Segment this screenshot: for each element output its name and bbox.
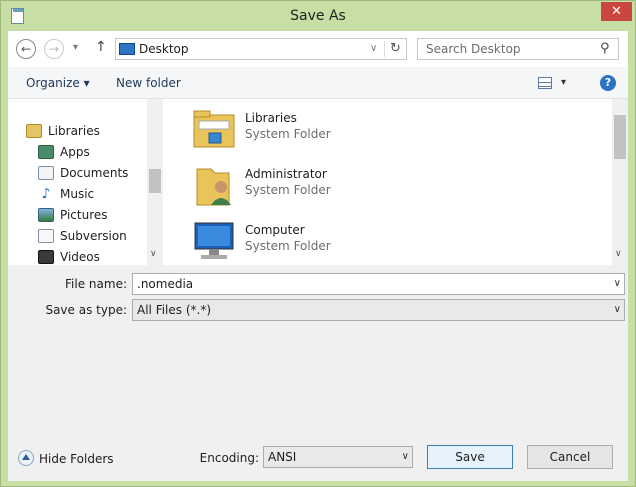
hide-folders-icon[interactable]	[18, 450, 34, 466]
search-input[interactable]: Search Desktop	[426, 42, 521, 56]
scroll-down-arrow[interactable]: ∨	[615, 249, 622, 259]
file-name: Libraries	[245, 111, 297, 125]
save-as-dialog: Save As ✕ ← → ▾ ↑ Desktop ∨ ↻ Search Des…	[0, 0, 636, 487]
save-button[interactable]: Save	[427, 445, 513, 469]
organize-button[interactable]: Organize ▾	[26, 76, 90, 90]
subversion-icon	[38, 229, 54, 243]
address-bar[interactable]: Desktop ∨ ↻	[115, 38, 407, 60]
encoding-select[interactable]: ANSI ∨	[263, 446, 413, 468]
savetype-label: Save as type:	[45, 303, 127, 317]
address-dropdown-button[interactable]: ∨	[370, 43, 377, 54]
window-title: Save As	[290, 8, 346, 24]
address-text: Desktop	[139, 42, 189, 56]
close-button[interactable]: ✕	[601, 2, 632, 21]
save-form: File name: .nomedia ∨ Save as type: All …	[8, 265, 628, 481]
title-bar[interactable]: Save As ✕	[1, 1, 635, 31]
encoding-label: Encoding:	[199, 451, 259, 465]
savetype-dropdown-arrow[interactable]: ∨	[614, 304, 621, 315]
new-folder-button[interactable]: New folder	[116, 76, 181, 90]
nav-item-label: Libraries	[48, 124, 100, 138]
file-list-scrollbar[interactable]: ∨	[612, 99, 628, 265]
search-box[interactable]: Search Desktop ⚲	[417, 38, 619, 60]
nav-pane-scrollbar[interactable]: ∨	[147, 99, 163, 265]
navigation-bar: ← → ▾ ↑ Desktop ∨ ↻ Search Desktop ⚲	[8, 31, 628, 67]
pictures-icon	[38, 208, 54, 222]
nav-item-label: Pictures	[60, 208, 108, 222]
file-type: System Folder	[245, 183, 331, 197]
file-list: Libraries System Folder Administrator Sy…	[163, 99, 628, 265]
nav-item-music[interactable]: ♪ Music	[38, 184, 94, 204]
filename-field[interactable]: .nomedia ∨	[132, 273, 625, 295]
libraries-icon	[26, 124, 42, 138]
list-item[interactable]: Administrator System Folder	[183, 161, 603, 211]
nav-item-label: Videos	[60, 250, 100, 264]
nav-item-label: Subversion	[60, 229, 127, 243]
music-icon: ♪	[38, 187, 54, 201]
refresh-button[interactable]: ↻	[390, 41, 401, 56]
scroll-thumb[interactable]	[614, 115, 626, 159]
scroll-thumb[interactable]	[149, 169, 161, 193]
navigation-pane: Libraries Apps Documents ♪ Music Picture…	[8, 99, 163, 265]
list-item[interactable]: Libraries System Folder	[183, 105, 603, 155]
address-separator	[384, 41, 385, 57]
nav-item-label: Documents	[60, 166, 129, 180]
nav-item-label: Apps	[60, 145, 90, 159]
encoding-value: ANSI	[268, 450, 297, 464]
filename-dropdown-arrow[interactable]: ∨	[614, 278, 621, 289]
list-item[interactable]: Computer System Folder	[183, 217, 603, 267]
cancel-button[interactable]: Cancel	[527, 445, 613, 469]
hide-folders-button[interactable]: Hide Folders	[39, 452, 114, 466]
user-folder-icon	[196, 168, 231, 206]
filename-label: File name:	[65, 277, 127, 291]
videos-icon	[38, 250, 54, 264]
nav-item-subversion[interactable]: Subversion	[38, 226, 127, 246]
savetype-select[interactable]: All Files (*.*) ∨	[132, 299, 625, 321]
search-icon[interactable]: ⚲	[600, 41, 610, 56]
computer-icon	[194, 222, 234, 259]
nav-item-apps[interactable]: Apps	[38, 142, 90, 162]
nav-item-pictures[interactable]: Pictures	[38, 205, 108, 225]
file-type: System Folder	[245, 239, 331, 253]
file-name: Administrator	[245, 167, 327, 181]
scroll-down-arrow[interactable]: ∨	[150, 249, 157, 259]
filename-input[interactable]: .nomedia	[137, 277, 193, 291]
nav-item-libraries[interactable]: Libraries	[26, 121, 100, 141]
browse-panes: Libraries Apps Documents ♪ Music Picture…	[8, 99, 628, 265]
command-bar: Organize ▾ New folder ▾ ?	[8, 67, 628, 99]
apps-icon	[38, 145, 54, 159]
recent-locations-button[interactable]: ▾	[73, 42, 78, 53]
documents-icon	[38, 166, 54, 180]
libraries-folder-icon	[193, 110, 235, 148]
file-type: System Folder	[245, 127, 331, 141]
file-name: Computer	[245, 223, 305, 237]
encoding-dropdown-arrow[interactable]: ∨	[402, 451, 409, 462]
nav-item-videos[interactable]: Videos	[38, 247, 100, 267]
forward-button[interactable]: →	[44, 39, 64, 59]
savetype-value: All Files (*.*)	[137, 303, 212, 317]
help-icon[interactable]: ?	[600, 75, 616, 91]
desktop-icon	[119, 43, 135, 55]
nav-item-documents[interactable]: Documents	[38, 163, 128, 183]
dialog-body: ← → ▾ ↑ Desktop ∨ ↻ Search Desktop ⚲ Org…	[8, 31, 628, 481]
change-view-icon[interactable]	[538, 77, 552, 89]
nav-item-label: Music	[60, 187, 95, 201]
view-options-button[interactable]: ▾	[561, 77, 566, 88]
up-button[interactable]: ↑	[95, 39, 107, 55]
back-button[interactable]: ←	[16, 39, 36, 59]
